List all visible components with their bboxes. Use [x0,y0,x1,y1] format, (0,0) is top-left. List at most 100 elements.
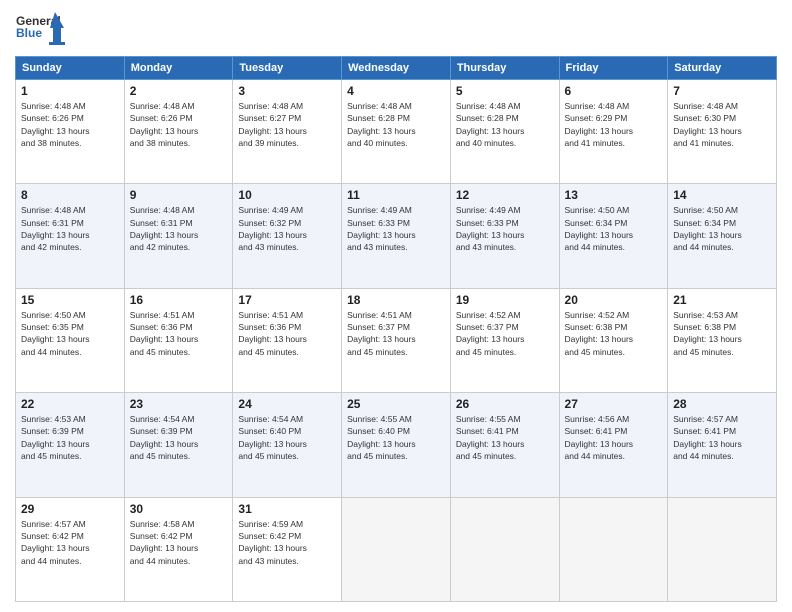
day-number: 1 [21,84,119,98]
col-sunday: Sunday [16,57,125,80]
day-info: Sunrise: 4:59 AM Sunset: 6:42 PM Dayligh… [238,518,336,567]
calendar-cell: 16 Sunrise: 4:51 AM Sunset: 6:36 PM Dayli… [124,288,233,392]
calendar-cell: 12 Sunrise: 4:49 AM Sunset: 6:33 PM Dayli… [450,184,559,288]
calendar-week-row: 15Sunrise: 4:50 AM Sunset: 6:35 PM Dayli… [16,288,777,392]
col-tuesday: Tuesday [233,57,342,80]
day-number: 2 [130,84,228,98]
logo: General Blue [15,10,65,50]
calendar-cell: 27 Sunrise: 4:56 AM Sunset: 6:41 PM Dayli… [559,393,668,497]
day-info: Sunrise: 4:53 AM Sunset: 6:39 PM Dayligh… [21,413,119,462]
header: General Blue [15,10,777,50]
calendar-cell: 11 Sunrise: 4:49 AM Sunset: 6:33 PM Dayli… [342,184,451,288]
day-info: Sunrise: 4:54 AM Sunset: 6:39 PM Dayligh… [130,413,228,462]
day-info: Sunrise: 4:48 AM Sunset: 6:26 PM Dayligh… [21,100,119,149]
calendar-cell [668,497,777,601]
day-number: 24 [238,397,336,411]
day-info: Sunrise: 4:51 AM Sunset: 6:37 PM Dayligh… [347,309,445,358]
day-info: Sunrise: 4:49 AM Sunset: 6:32 PM Dayligh… [238,204,336,253]
day-number: 5 [456,84,554,98]
day-number: 4 [347,84,445,98]
calendar-cell: 22 Sunrise: 4:53 AM Sunset: 6:39 PM Dayli… [16,393,125,497]
calendar-cell [559,497,668,601]
day-info: Sunrise: 4:53 AM Sunset: 6:38 PM Dayligh… [673,309,771,358]
day-number: 13 [565,188,663,202]
calendar-cell: 7Sunrise: 4:48 AM Sunset: 6:30 PM Daylig… [668,80,777,184]
day-info: Sunrise: 4:48 AM Sunset: 6:28 PM Dayligh… [456,100,554,149]
col-saturday: Saturday [668,57,777,80]
day-number: 31 [238,502,336,516]
day-info: Sunrise: 4:50 AM Sunset: 6:34 PM Dayligh… [673,204,771,253]
header-row: Sunday Monday Tuesday Wednesday Thursday… [16,57,777,80]
calendar-cell: 13Sunrise: 4:50 AM Sunset: 6:34 PM Dayli… [559,184,668,288]
day-number: 12 [456,188,554,202]
page: General Blue Sunday Monday Tuesday Wedne… [0,0,792,612]
day-number: 28 [673,397,771,411]
calendar-cell: 8 Sunrise: 4:48 AM Sunset: 6:31 PM Daylig… [16,184,125,288]
day-number: 27 [565,397,663,411]
day-info: Sunrise: 4:48 AM Sunset: 6:26 PM Dayligh… [130,100,228,149]
day-number: 22 [21,397,119,411]
calendar-cell: 10Sunrise: 4:49 AM Sunset: 6:32 PM Dayli… [233,184,342,288]
calendar-cell: 23 Sunrise: 4:54 AM Sunset: 6:39 PM Dayli… [124,393,233,497]
day-info: Sunrise: 4:48 AM Sunset: 6:31 PM Dayligh… [21,204,119,253]
day-info: Sunrise: 4:48 AM Sunset: 6:31 PM Dayligh… [130,204,228,253]
day-info: Sunrise: 4:56 AM Sunset: 6:41 PM Dayligh… [565,413,663,462]
day-number: 23 [130,397,228,411]
day-info: Sunrise: 4:48 AM Sunset: 6:28 PM Dayligh… [347,100,445,149]
calendar-cell: 18 Sunrise: 4:51 AM Sunset: 6:37 PM Dayli… [342,288,451,392]
calendar-cell: 25 Sunrise: 4:55 AM Sunset: 6:40 PM Dayli… [342,393,451,497]
day-number: 11 [347,188,445,202]
svg-text:Blue: Blue [16,26,42,40]
calendar-cell: 21Sunrise: 4:53 AM Sunset: 6:38 PM Dayli… [668,288,777,392]
day-info: Sunrise: 4:49 AM Sunset: 6:33 PM Dayligh… [456,204,554,253]
calendar-cell: 26Sunrise: 4:55 AM Sunset: 6:41 PM Dayli… [450,393,559,497]
day-number: 9 [130,188,228,202]
day-number: 7 [673,84,771,98]
calendar-cell: 31 Sunrise: 4:59 AM Sunset: 6:42 PM Dayli… [233,497,342,601]
calendar-week-row: 22 Sunrise: 4:53 AM Sunset: 6:39 PM Dayli… [16,393,777,497]
calendar-cell: 20 Sunrise: 4:52 AM Sunset: 6:38 PM Dayli… [559,288,668,392]
day-info: Sunrise: 4:48 AM Sunset: 6:27 PM Dayligh… [238,100,336,149]
col-monday: Monday [124,57,233,80]
day-info: Sunrise: 4:55 AM Sunset: 6:40 PM Dayligh… [347,413,445,462]
calendar-cell: 24Sunrise: 4:54 AM Sunset: 6:40 PM Dayli… [233,393,342,497]
calendar-cell: 1 Sunrise: 4:48 AM Sunset: 6:26 PM Daylig… [16,80,125,184]
day-number: 17 [238,293,336,307]
day-info: Sunrise: 4:52 AM Sunset: 6:38 PM Dayligh… [565,309,663,358]
calendar-week-row: 29 Sunrise: 4:57 AM Sunset: 6:42 PM Dayli… [16,497,777,601]
calendar-table: Sunday Monday Tuesday Wednesday Thursday… [15,56,777,602]
day-number: 25 [347,397,445,411]
calendar-cell: 28 Sunrise: 4:57 AM Sunset: 6:41 PM Dayli… [668,393,777,497]
day-info: Sunrise: 4:51 AM Sunset: 6:36 PM Dayligh… [130,309,228,358]
day-number: 18 [347,293,445,307]
day-info: Sunrise: 4:57 AM Sunset: 6:42 PM Dayligh… [21,518,119,567]
day-info: Sunrise: 4:55 AM Sunset: 6:41 PM Dayligh… [456,413,554,462]
day-number: 29 [21,502,119,516]
day-info: Sunrise: 4:50 AM Sunset: 6:35 PM Dayligh… [21,309,119,358]
logo-svg: General Blue [15,10,65,50]
day-number: 16 [130,293,228,307]
calendar-cell: 6 Sunrise: 4:48 AM Sunset: 6:29 PM Daylig… [559,80,668,184]
calendar-cell: 5 Sunrise: 4:48 AM Sunset: 6:28 PM Daylig… [450,80,559,184]
day-number: 30 [130,502,228,516]
day-info: Sunrise: 4:52 AM Sunset: 6:37 PM Dayligh… [456,309,554,358]
day-info: Sunrise: 4:57 AM Sunset: 6:41 PM Dayligh… [673,413,771,462]
calendar-cell: 9 Sunrise: 4:48 AM Sunset: 6:31 PM Daylig… [124,184,233,288]
col-thursday: Thursday [450,57,559,80]
calendar-cell: 17 Sunrise: 4:51 AM Sunset: 6:36 PM Dayli… [233,288,342,392]
calendar-week-row: 1 Sunrise: 4:48 AM Sunset: 6:26 PM Daylig… [16,80,777,184]
day-number: 14 [673,188,771,202]
col-wednesday: Wednesday [342,57,451,80]
day-number: 6 [565,84,663,98]
col-friday: Friday [559,57,668,80]
calendar-cell: 4 Sunrise: 4:48 AM Sunset: 6:28 PM Daylig… [342,80,451,184]
day-number: 3 [238,84,336,98]
day-info: Sunrise: 4:48 AM Sunset: 6:29 PM Dayligh… [565,100,663,149]
calendar-cell: 2 Sunrise: 4:48 AM Sunset: 6:26 PM Daylig… [124,80,233,184]
calendar-cell: 15Sunrise: 4:50 AM Sunset: 6:35 PM Dayli… [16,288,125,392]
day-number: 19 [456,293,554,307]
day-number: 8 [21,188,119,202]
day-number: 20 [565,293,663,307]
day-info: Sunrise: 4:51 AM Sunset: 6:36 PM Dayligh… [238,309,336,358]
day-info: Sunrise: 4:49 AM Sunset: 6:33 PM Dayligh… [347,204,445,253]
